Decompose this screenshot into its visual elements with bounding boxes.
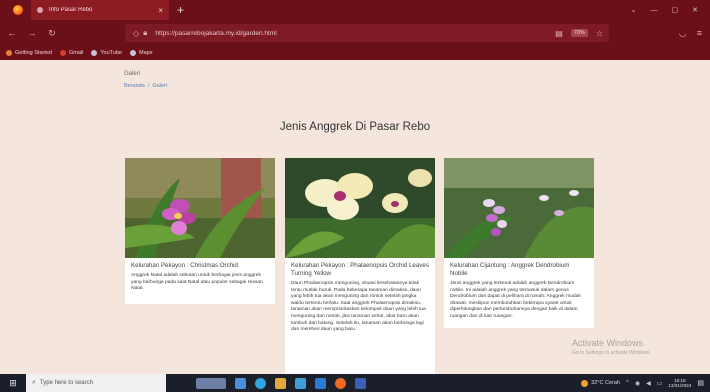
card-title: Kelurahan Pekayon : Christmas Orchid	[131, 262, 238, 269]
tray-chevron-icon[interactable]: ^	[626, 380, 629, 386]
new-tab-button[interactable]: +	[177, 4, 184, 16]
firefox-icon	[13, 5, 23, 15]
zoom-level-badge[interactable]: 70%	[570, 29, 588, 37]
orchid-photo-dendrobium	[444, 158, 594, 258]
page-title: Jenis Anggrek Di Pasar Rebo	[279, 121, 431, 133]
network-icon[interactable]: ◉	[635, 380, 640, 387]
orchid-card: Kelurahan Cijantung : Anggrek Dendrobium…	[444, 158, 594, 328]
card-title: Kelurahan Pekayon : Phalaenopsis Orchid …	[291, 262, 429, 277]
windows-taskbar: ⊞ ⌕ Type here to search 32°C Cerah ^ ◉ ◀…	[0, 374, 710, 392]
breadcrumb-link-home[interactable]: Beranda	[124, 83, 145, 89]
orchid-photo-phalaenopsis	[285, 158, 435, 258]
orchid-card: Kelurahan Pekayon : Phalaenopsis Orchid …	[285, 158, 435, 374]
task-view-icon[interactable]	[196, 377, 226, 389]
url-text[interactable]: https://pasarrebojakarta.my.id/garden.ht…	[155, 30, 276, 37]
edge-icon[interactable]	[255, 377, 266, 389]
window-controls: ⌄ — ▢ ✕	[631, 0, 710, 20]
battery-icon[interactable]: ▭	[657, 380, 663, 387]
card-text: Anggrek Natal adalah sebutan untuk berba…	[131, 273, 263, 292]
watermark-subtitle: Go to Settings to activate Windows.	[572, 350, 651, 356]
windows-start-icon[interactable]: ⊞	[0, 378, 26, 389]
list-tabs-icon[interactable]: ⌄	[631, 6, 637, 14]
bookmark-youtube[interactable]: YouTube	[91, 50, 122, 56]
search-icon: ⌕	[32, 379, 36, 386]
bookmark-label: Maps	[139, 50, 153, 56]
firefox-icon	[6, 50, 12, 56]
sun-icon	[581, 379, 589, 387]
breadcrumb-link-gallery[interactable]: Galeri	[152, 83, 167, 89]
file-explorer-icon[interactable]	[275, 377, 286, 389]
reload-icon[interactable]: ↻	[44, 28, 60, 39]
card-text: Daun Phalaenopsis menguning, situasi kes…	[291, 281, 426, 333]
bookmark-label: Gmail	[69, 50, 84, 56]
watermark-title: Activate Windows	[572, 338, 644, 348]
orchid-photo-christmas-orchid	[125, 158, 275, 258]
taskbar-search-box[interactable]: ⌕ Type here to search	[26, 374, 166, 392]
word-icon[interactable]	[355, 377, 366, 389]
clock-date: 13/01/2024	[668, 383, 692, 388]
browser-tab[interactable]: Info Pasar Rebo ×	[31, 0, 169, 20]
bookmark-gmail[interactable]: Gmail	[60, 50, 83, 56]
browser-tab-bar: Info Pasar Rebo × + ⌄ — ▢ ✕	[0, 0, 710, 20]
weather-widget[interactable]: 32°C Cerah	[581, 379, 620, 387]
activate-windows-watermark: Activate Windows Go to Settings to activ…	[572, 338, 651, 356]
page-favicon-icon	[37, 7, 43, 13]
browser-nav-bar: ← → ↻ ◇ 🔒︎ https://pasarrebojakarta.my.i…	[0, 20, 710, 46]
close-tab-icon[interactable]: ×	[158, 6, 163, 15]
firefox-icon[interactable]	[335, 377, 346, 389]
card-text: Jenis anggrek yang terkenal adalah anggr…	[450, 281, 582, 319]
forward-icon[interactable]: →	[24, 28, 40, 38]
reader-view-icon[interactable]: ▤	[555, 29, 563, 38]
widgets-icon[interactable]	[235, 377, 246, 389]
globe-icon	[130, 50, 136, 56]
web-page: Galeri Beranda / Galeri Jenis Anggrek Di…	[0, 60, 710, 374]
gmail-icon	[60, 50, 66, 56]
back-icon[interactable]: ←	[4, 28, 20, 38]
lock-icon[interactable]: 🔒︎	[143, 28, 147, 38]
pocket-icon[interactable]: ◡	[679, 28, 687, 39]
taskbar-clock[interactable]: 15:16 13/01/2024	[668, 378, 691, 389]
bookmark-label: YouTube	[100, 50, 122, 56]
bookmarks-toolbar: Getting Started Gmail YouTube Maps	[0, 46, 710, 60]
card-title: Kelurahan Cijantung : Anggrek Dendrobium…	[450, 262, 570, 277]
menu-icon[interactable]: ≡	[697, 28, 702, 38]
breadcrumb-separator: /	[147, 83, 150, 89]
notifications-icon[interactable]: ▤	[697, 379, 704, 387]
store-icon[interactable]	[295, 377, 306, 389]
system-tray: 32°C Cerah ^ ◉ ◀ ▭ 15:16 13/01/2024 ▤	[581, 374, 704, 392]
shield-icon[interactable]: ◇	[133, 29, 139, 38]
orchid-card: Kelurahan Pekayon : Christmas Orchid Ang…	[125, 158, 275, 304]
maximize-icon[interactable]: ▢	[672, 6, 679, 14]
bookmark-label: Getting Started	[15, 50, 52, 56]
breadcrumb: Beranda / Galeri	[124, 83, 167, 89]
address-bar[interactable]: ◇ 🔒︎ https://pasarrebojakarta.my.id/gard…	[125, 24, 609, 42]
bookmark-getting-started[interactable]: Getting Started	[6, 50, 52, 56]
tab-title: Info Pasar Rebo	[49, 7, 93, 13]
volume-icon[interactable]: ◀	[646, 380, 651, 387]
close-window-icon[interactable]: ✕	[692, 6, 698, 14]
section-title: Galeri	[124, 71, 141, 77]
taskbar-apps	[196, 377, 366, 389]
mail-icon[interactable]	[315, 377, 326, 389]
bookmark-maps[interactable]: Maps	[130, 50, 152, 56]
bookmark-star-icon[interactable]: ☆	[596, 29, 603, 38]
weather-text: 32°C Cerah	[591, 380, 620, 386]
minimize-icon[interactable]: —	[651, 7, 658, 14]
search-placeholder: Type here to search	[39, 380, 93, 386]
globe-icon	[91, 50, 98, 56]
